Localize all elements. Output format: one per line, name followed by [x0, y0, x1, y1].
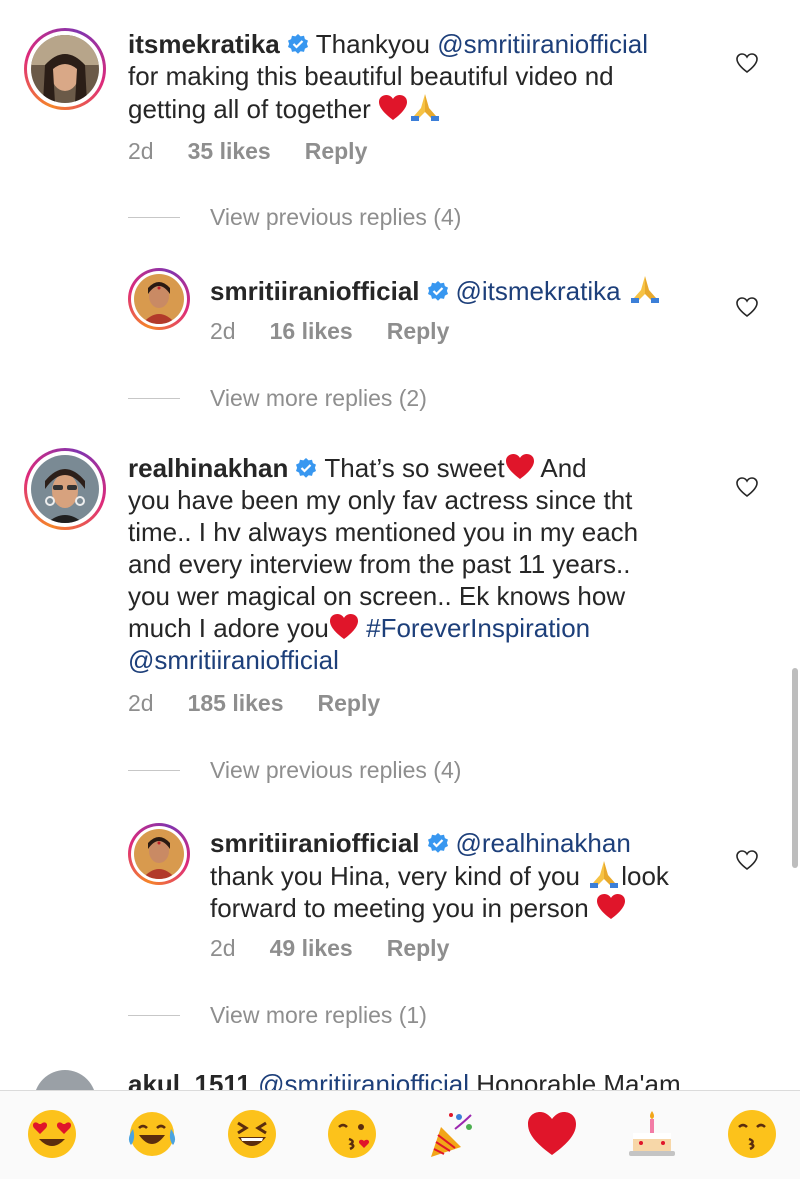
comment-text: look: [621, 861, 669, 891]
heart-eyes-face-icon[interactable]: [25, 1107, 79, 1161]
comment-username[interactable]: smritiiraniofficial: [210, 276, 420, 306]
folded-hands-emoji-icon: [411, 94, 440, 121]
red-heart-icon[interactable]: [525, 1107, 579, 1161]
reply-smritiiraniofficial: smritiiraniofficial @itsmekratika 2d 16 li…: [0, 260, 800, 360]
comment-text: Honorable Ma'am: [476, 1069, 681, 1090]
comment-realhinakhan: realhinakhan That’s so sweet And you have…: [0, 440, 800, 730]
comment-text: for making this beautiful beautiful vide…: [128, 61, 614, 91]
reply-smritiiraniofficial: smritiiraniofficial @realhinakhan thank y…: [0, 815, 800, 975]
profile-photo: [134, 274, 184, 324]
comment-username[interactable]: akul_1511: [128, 1069, 251, 1090]
comment-text: getting all of together: [128, 94, 371, 124]
mention-link[interactable]: @smritiiranioffi​cial: [437, 29, 648, 59]
likes-count[interactable]: 16 likes: [270, 318, 353, 344]
verified-badge-icon: [427, 281, 448, 301]
birthday-cake-icon[interactable]: [625, 1107, 679, 1161]
party-popper-icon[interactable]: [425, 1107, 479, 1161]
red-heart-emoji-icon: [379, 95, 408, 120]
divider-line: [128, 398, 180, 399]
comment-text: Thankyou: [315, 29, 430, 59]
view-previous-replies-button[interactable]: View previous replies (4): [210, 204, 461, 231]
comment-time: 2d: [210, 935, 236, 961]
face-blowing-kiss-icon[interactable]: [325, 1107, 379, 1161]
folded-hands-emoji-icon: [630, 276, 659, 303]
likes-count[interactable]: 185 likes: [188, 690, 284, 716]
like-heart-icon[interactable]: [735, 52, 759, 74]
like-heart-icon[interactable]: [735, 296, 759, 318]
comment-username[interactable]: smritiiraniofficial: [210, 828, 420, 858]
reply-button[interactable]: Reply: [387, 935, 450, 961]
divider-line: [128, 1015, 180, 1016]
verified-badge-icon: [427, 833, 448, 853]
like-heart-icon[interactable]: [735, 849, 759, 871]
profile-photo: [134, 829, 184, 879]
kissing-face-icon[interactable]: [725, 1107, 779, 1161]
verified-badge-icon: [296, 458, 317, 478]
avatar[interactable]: [24, 448, 106, 530]
avatar[interactable]: [128, 823, 190, 885]
verified-badge-icon: [287, 34, 308, 54]
view-more-replies-button[interactable]: View more replies (1): [210, 1002, 427, 1029]
mention-link[interactable]: @smritiiranioffi​cial: [258, 1069, 469, 1090]
mention-link[interactable]: @realhinakhan: [456, 828, 631, 858]
comment-akul-1511: akul_1511 @smritiiranioffi​cial Honorabl…: [0, 1062, 800, 1090]
divider-line: [128, 217, 180, 218]
red-heart-emoji-icon: [596, 894, 625, 919]
likes-count[interactable]: 49 likes: [270, 935, 353, 961]
comment-time: 2d: [128, 138, 154, 164]
comment-text: That’s so sweet: [324, 453, 505, 483]
divider-line: [128, 770, 180, 771]
avatar[interactable]: [34, 1070, 96, 1090]
profile-photo: [31, 35, 99, 103]
comment-text: forward to meeting you in person: [210, 893, 596, 923]
comment-username[interactable]: realhinakhan: [128, 453, 288, 483]
comment-text: you have been my only fav actress since …: [128, 485, 633, 515]
tears-of-joy-face-icon[interactable]: [125, 1107, 179, 1161]
comment-time: 2d: [210, 318, 236, 344]
likes-count[interactable]: 35 likes: [188, 138, 271, 164]
comment-text: thank you Hina, very kind of you: [210, 861, 588, 891]
mention-link[interactable]: @smritiiranioffi​cial: [128, 645, 339, 675]
avatar[interactable]: [24, 28, 106, 110]
like-heart-icon[interactable]: [735, 476, 759, 498]
reply-button[interactable]: Reply: [305, 138, 368, 164]
grinning-squinting-face-icon[interactable]: [225, 1107, 279, 1161]
comment-text: And: [534, 453, 587, 483]
comment-text: and every interview from the past 11 yea…: [128, 549, 631, 579]
emoji-reaction-bar: [0, 1090, 800, 1179]
view-previous-replies-button[interactable]: View previous replies (4): [210, 757, 461, 784]
mention-link[interactable]: @itsmekratika: [456, 276, 621, 306]
comment-username[interactable]: itsmekratika: [128, 29, 280, 59]
red-heart-emoji-icon: [329, 614, 358, 639]
scrollbar[interactable]: [792, 668, 798, 868]
folded-hands-emoji-icon: [590, 861, 619, 888]
hashtag-link[interactable]: #ForeverInspiration: [366, 613, 590, 643]
view-more-replies-button[interactable]: View more replies (2): [210, 385, 427, 412]
reply-button[interactable]: Reply: [318, 690, 381, 716]
red-heart-emoji-icon: [505, 454, 534, 479]
comment-text: you wer magical on screen.. Ek knows how: [128, 581, 626, 611]
comment-text: time.. I hv always mentioned you in my e…: [128, 517, 639, 547]
comment-time: 2d: [128, 690, 154, 716]
avatar[interactable]: [128, 268, 190, 330]
comment-text: much I adore you: [128, 613, 329, 643]
comment-itsmekratika: itsmekratika Thankyou @smritiiranioffi​ci…: [0, 0, 800, 180]
profile-photo: [31, 455, 99, 523]
reply-button[interactable]: Reply: [387, 318, 450, 344]
